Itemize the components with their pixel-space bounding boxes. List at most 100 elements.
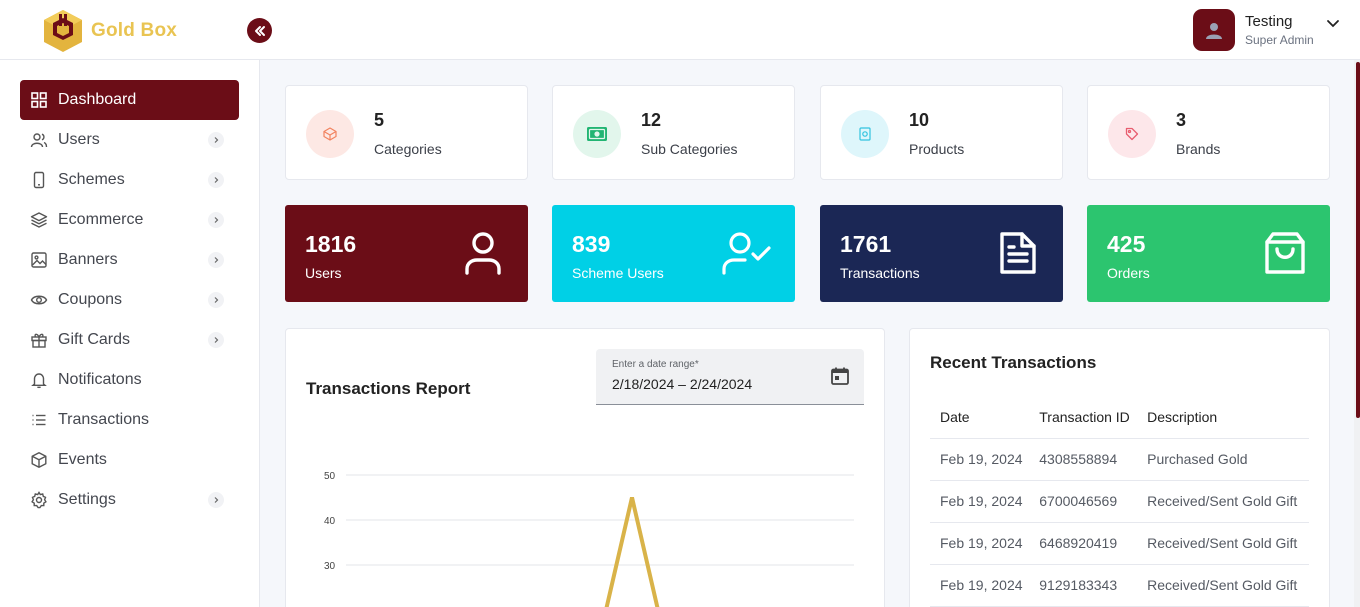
box-icon: [29, 450, 49, 470]
stat-label: Sub Categories: [641, 141, 738, 157]
stat-label: Categories: [374, 141, 442, 157]
kpi-label: Users: [305, 265, 342, 281]
sidebar-item-notifications[interactable]: Notificatons: [20, 360, 239, 400]
cell-date: Feb 19, 2024: [930, 564, 1030, 607]
sidebar-item-label: Transactions: [58, 411, 149, 428]
sidebar-item-ecommerce[interactable]: Ecommerce: [20, 200, 239, 240]
user-check-icon: [722, 232, 771, 275]
chart-series-line: [604, 497, 660, 607]
kpi-value: 1816: [305, 231, 357, 257]
kpi-label: Transactions: [840, 265, 920, 281]
cell-description: Received/Sent Gold Gift: [1137, 480, 1309, 523]
sidebar-item-gift-cards[interactable]: Gift Cards: [20, 320, 239, 360]
eye-icon: [29, 290, 49, 310]
stat-value: 12: [641, 110, 662, 130]
document-icon: [1000, 232, 1036, 274]
gear-icon: [29, 490, 49, 510]
mobile-icon: [29, 170, 49, 190]
double-chevron-left-icon: [254, 25, 265, 36]
kpi-card-transactions[interactable]: 1761 Transactions: [820, 205, 1063, 302]
users-icon: [29, 130, 49, 150]
chevron-right-icon: [208, 212, 224, 228]
kpi-card-users[interactable]: 1816 Users: [285, 205, 528, 302]
sidebar-item-label: Events: [58, 451, 107, 468]
sidebar-item-banners[interactable]: Banners: [20, 240, 239, 280]
sidebar-item-label: Users: [58, 131, 100, 148]
bell-icon: [29, 370, 49, 390]
sidebar-item-events[interactable]: Events: [20, 440, 239, 480]
kpi-card-orders[interactable]: 425 Orders: [1087, 205, 1330, 302]
column-header-description: Description: [1137, 396, 1309, 439]
date-range-input[interactable]: Enter a date range* 2/18/2024 – 2/24/202…: [596, 349, 864, 405]
sidebar-item-settings[interactable]: Settings: [20, 480, 239, 520]
recent-transactions-table: Date Transaction ID Description Feb 19, …: [930, 396, 1309, 607]
chevron-right-icon: [208, 252, 224, 268]
stat-card-sub-categories[interactable]: 12 Sub Categories: [552, 85, 795, 180]
cell-transaction-id: 6700046569: [1029, 480, 1138, 523]
date-range-value: 2/18/2024 – 2/24/2024: [612, 376, 753, 392]
y-tick-label: 30: [324, 561, 336, 572]
sidebar: Dashboard Users Schemes Ecommerce Banner…: [0, 60, 260, 607]
product-icon: [841, 110, 889, 158]
sidebar-item-transactions[interactable]: Transactions: [20, 400, 239, 440]
stat-card-products[interactable]: 10 Products: [820, 85, 1063, 180]
chevron-right-icon: [208, 172, 224, 188]
chevron-right-icon: [208, 492, 224, 508]
sidebar-item-label: Ecommerce: [58, 211, 144, 228]
person-icon: [1206, 23, 1222, 39]
column-header-date: Date: [930, 396, 1030, 439]
table-row[interactable]: Feb 19, 2024 4308558894 Purchased Gold: [930, 438, 1309, 481]
cell-date: Feb 19, 2024: [930, 480, 1030, 523]
cell-date: Feb 19, 2024: [930, 438, 1030, 481]
list-icon: [29, 410, 49, 430]
layers-icon: [29, 210, 49, 230]
tag-icon: [1108, 110, 1156, 158]
table-row[interactable]: Feb 19, 2024 9129183343 Received/Sent Go…: [930, 564, 1309, 607]
cell-transaction-id: 6468920419: [1029, 522, 1138, 565]
sidebar-item-label: Banners: [58, 251, 118, 268]
cell-description: Received/Sent Gold Gift: [1137, 522, 1309, 565]
transactions-line-chart: 50 40 30: [324, 471, 854, 607]
avatar: [1193, 9, 1235, 51]
calendar-icon[interactable]: [830, 366, 850, 386]
brand[interactable]: Gold Box: [42, 8, 177, 54]
stat-card-categories[interactable]: 5 Categories: [285, 85, 528, 180]
user-menu[interactable]: Testing Super Admin: [1193, 9, 1340, 51]
column-header-transaction-id: Transaction ID: [1029, 396, 1138, 439]
kpi-value: 1761: [840, 231, 892, 257]
table-row[interactable]: Feb 19, 2024 6468920419 Received/Sent Go…: [930, 522, 1309, 565]
scrollbar-thumb[interactable]: [1356, 62, 1360, 418]
sidebar-item-label: Dashboard: [58, 91, 137, 108]
stat-value: 10: [909, 110, 930, 130]
sidebar-item-schemes[interactable]: Schemes: [20, 160, 239, 200]
brand-name: Gold Box: [91, 20, 178, 41]
chevron-down-icon[interactable]: [1326, 16, 1340, 30]
cell-description: Received/Sent Gold Gift: [1137, 564, 1309, 607]
image-icon: [29, 250, 49, 270]
kpi-card-scheme-users[interactable]: 839 Scheme Users: [552, 205, 795, 302]
collapse-sidebar-button[interactable]: [247, 18, 272, 43]
recent-transactions-panel: Recent Transactions Date Transaction ID …: [909, 328, 1330, 607]
sidebar-item-label: Coupons: [58, 291, 123, 308]
stat-value: 3: [1176, 110, 1187, 130]
sidebar-item-users[interactable]: Users: [20, 120, 239, 160]
stat-label: Products: [909, 141, 965, 157]
stat-card-brands[interactable]: 3 Brands: [1087, 85, 1330, 180]
stat-value: 5: [374, 110, 385, 130]
cell-transaction-id: 4308558894: [1029, 438, 1138, 481]
sidebar-item-coupons[interactable]: Coupons: [20, 280, 239, 320]
table-row[interactable]: Feb 19, 2024 6700046569 Received/Sent Go…: [930, 480, 1309, 523]
user-icon: [465, 232, 501, 275]
kpi-label: Orders: [1107, 265, 1150, 281]
sidebar-item-dashboard[interactable]: Dashboard: [20, 80, 239, 120]
kpi-value: 839: [572, 231, 611, 257]
stat-label: Brands: [1176, 141, 1221, 157]
sidebar-item-label: Settings: [58, 491, 116, 508]
user-role: Super Admin: [1245, 33, 1314, 47]
kpi-value: 425: [1107, 231, 1146, 257]
transactions-report-panel: Transactions Report Enter a date range* …: [285, 328, 885, 607]
chevron-right-icon: [208, 332, 224, 348]
chevron-right-icon: [208, 132, 224, 148]
category-icon: [306, 110, 354, 158]
date-range-label: Enter a date range*: [612, 359, 699, 370]
